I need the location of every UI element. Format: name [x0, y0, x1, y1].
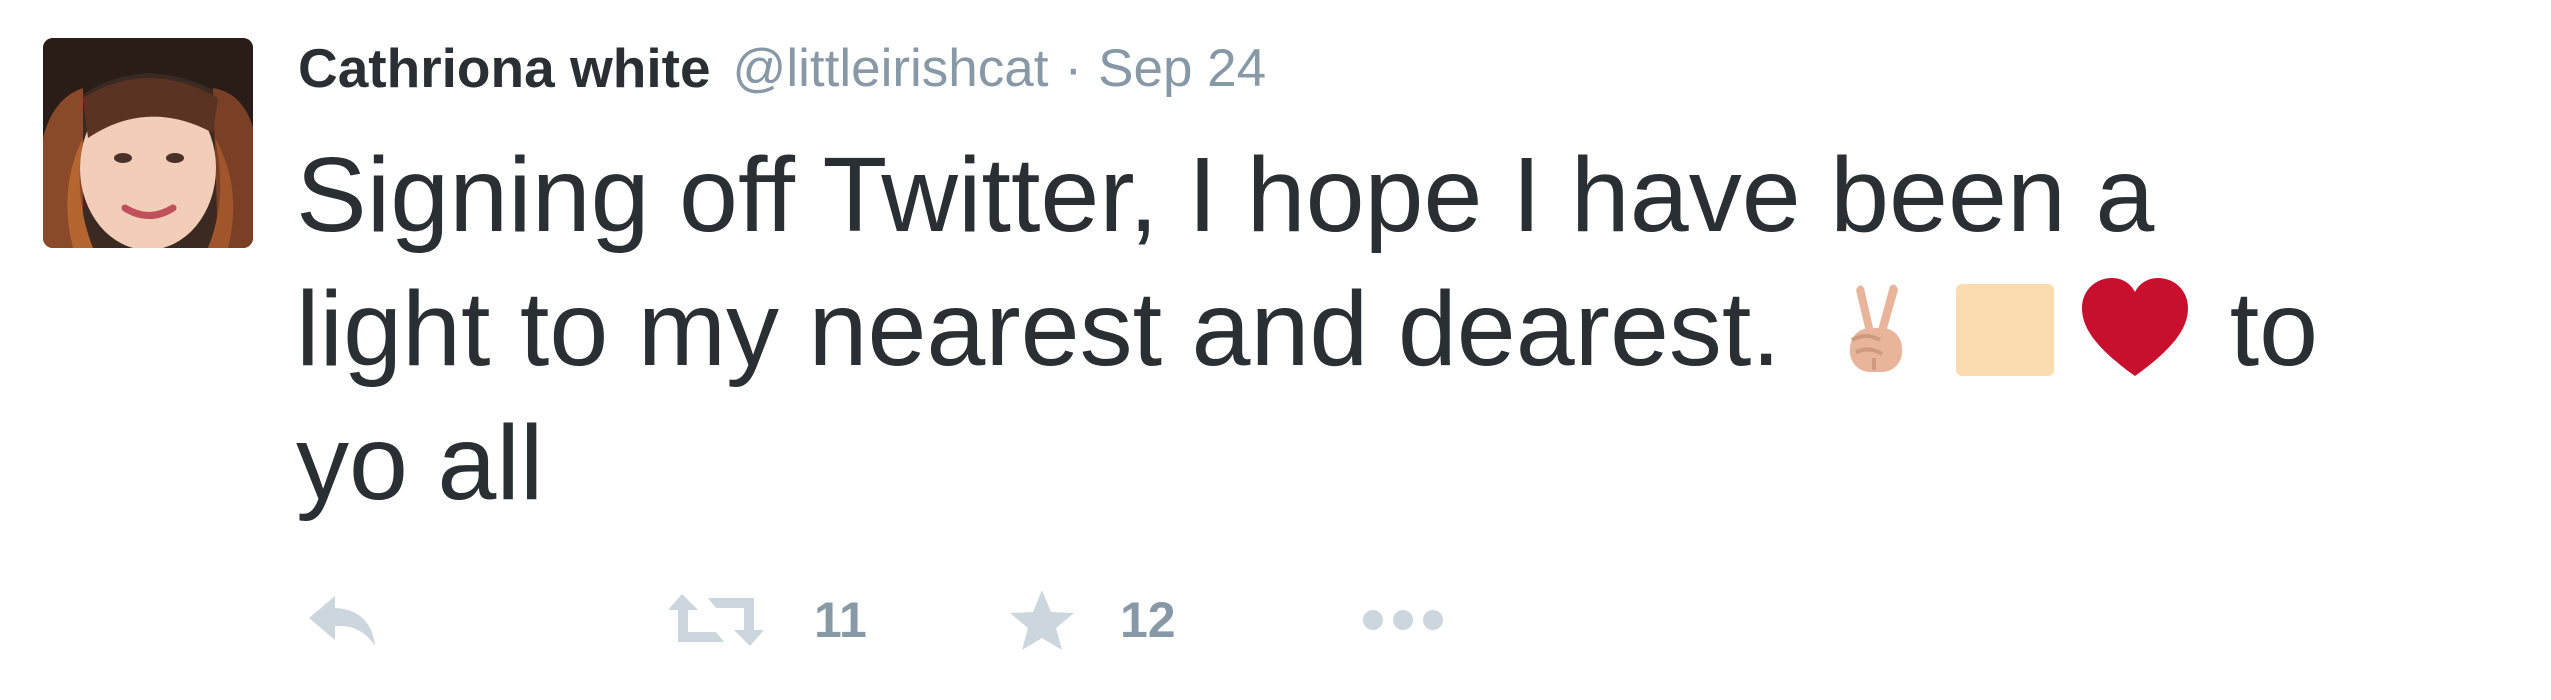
author-fullname[interactable]: Cathriona white [298, 36, 711, 100]
more-dots-icon [1363, 610, 1443, 630]
tweet-text-line: yo all [296, 404, 544, 522]
tweet: Cathriona white @littleirishcat · Sep 24… [0, 0, 2551, 700]
tweet-actions: 11 12 [0, 580, 2551, 660]
skin-tone-modifier-icon [1946, 270, 2064, 388]
reply-icon [309, 596, 375, 646]
retweet-icon [668, 594, 764, 646]
tweet-header: Cathriona white @littleirishcat · Sep 24 [298, 30, 1266, 106]
avatar[interactable] [43, 38, 253, 248]
star-icon [1010, 590, 1074, 650]
favorite-count: 12 [1120, 592, 1176, 648]
avatar-image [43, 38, 253, 248]
tweet-text: Signing off Twitter, I hope I have been … [296, 128, 2526, 530]
tweet-text-line: Signing off Twitter, I hope I have been … [296, 136, 2155, 254]
reply-button[interactable] [305, 580, 379, 660]
author-username[interactable]: @littleirishcat [733, 38, 1049, 99]
tweet-text-line: light to my nearest and dearest. to [296, 262, 2526, 396]
tweet-text-segment: to [2229, 270, 2319, 388]
separator-dot: · [1064, 38, 1083, 98]
tweet-timestamp[interactable]: Sep 24 [1098, 38, 1266, 99]
tweet-text-segment: light to my nearest and dearest. [296, 270, 1781, 388]
retweet-count: 11 [814, 592, 867, 648]
red-heart-icon [2076, 270, 2194, 388]
favorite-button[interactable]: 12 [1008, 580, 1176, 660]
victory-hand-icon [1816, 270, 1934, 388]
more-options-button[interactable] [1360, 580, 1446, 660]
retweet-button[interactable]: 11 [668, 580, 867, 660]
